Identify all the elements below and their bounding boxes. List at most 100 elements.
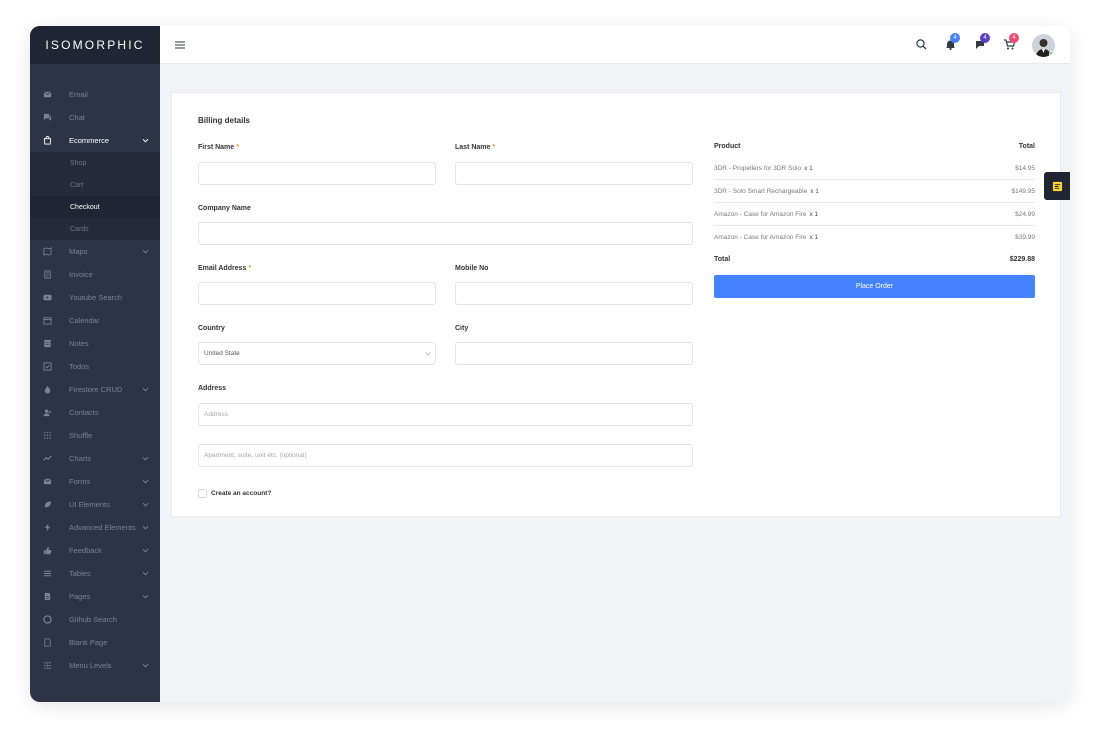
contacts-icon <box>41 407 53 419</box>
country-select[interactable]: United State <box>198 342 436 365</box>
sidebar-item-chat[interactable]: Chat <box>30 106 160 129</box>
ecommerce-submenu: Shop Cart Checkout Cards <box>30 152 160 240</box>
checkout-card: Billing details First Name * Last Name * C… <box>171 92 1061 517</box>
sidebar-item-ecommerce[interactable]: Ecommerce <box>30 129 160 152</box>
sidebar-item-forms[interactable]: Forms <box>30 470 160 493</box>
last-name-input[interactable] <box>455 162 693 185</box>
sidebar-item-advanced-elements[interactable]: Advanced Elements <box>30 516 160 539</box>
company-name-input[interactable] <box>198 222 693 245</box>
sidebar-item-menu-levels[interactable]: Menu Levels <box>30 654 160 677</box>
sidebar-item-notes[interactable]: Notes <box>30 332 160 355</box>
mail-icon <box>41 89 53 101</box>
order-total-row: Total $229.88 <box>714 249 1035 269</box>
email-input[interactable] <box>198 282 436 305</box>
create-account-label: Create an account? <box>211 490 272 497</box>
sidebar-item-label: Ecommerce <box>69 136 110 145</box>
user-avatar[interactable] <box>1032 34 1055 57</box>
notification-count-badge: 4 <box>950 33 960 43</box>
cart-button[interactable]: 4 <box>1003 33 1019 51</box>
sidebar-item-tables[interactable]: Tables <box>30 562 160 585</box>
chevron-down-icon <box>142 138 149 143</box>
order-item-qty: x 1 <box>809 234 819 241</box>
order-header: Product Total <box>714 143 1035 157</box>
submenu-item-checkout[interactable]: Checkout <box>30 196 160 218</box>
order-item-row: 3DR - Solo Smart Rechargeable x 1 $149.95 <box>714 180 1035 203</box>
chevron-down-icon <box>142 479 149 484</box>
required-mark: * <box>492 144 496 151</box>
sidebar-item-label: Todos <box>69 362 90 371</box>
youtube-icon <box>41 292 53 304</box>
levels-icon <box>41 660 53 672</box>
sidebar-menu: Email Chat Ecommerce Shop Cart Checkout Cards M… <box>30 64 160 677</box>
online-status-dot <box>1049 51 1055 57</box>
sidebar-item-pages[interactable]: Pages <box>30 585 160 608</box>
sidebar-item-shuffle[interactable]: Shuffle <box>30 424 160 447</box>
order-item-price: $39.99 <box>1015 234 1035 241</box>
required-mark: * <box>236 144 239 151</box>
chevron-down-icon <box>425 352 431 356</box>
sidebar-item-invoice[interactable]: Invoice <box>30 263 160 286</box>
order-item-price: $14.95 <box>1015 164 1035 172</box>
sidebar-item-label: Notes <box>69 339 89 348</box>
total-header: Total <box>1018 143 1035 150</box>
sidebar-item-label: Youtube Search <box>69 293 123 302</box>
order-summary: Product Total 3DR - Propellers for 3DR S… <box>714 143 1035 298</box>
chevron-down-icon <box>142 663 149 668</box>
sidebar-item-feedback[interactable]: Feedback <box>30 539 160 562</box>
notification-bell-button[interactable]: 4 <box>944 33 960 51</box>
sidebar-item-label: Advanced Elements <box>69 523 136 532</box>
sidebar-item-label: Feedback <box>69 546 102 555</box>
sidebar-item-ui-elements[interactable]: UI Elements <box>30 493 160 516</box>
palette-icon <box>1052 181 1062 191</box>
order-items: 3DR - Propellers for 3DR Solo x 1 $14.95 3D… <box>714 157 1035 249</box>
fire-icon <box>41 384 53 396</box>
country-label: Country <box>198 325 225 332</box>
last-name-label: Last Name * <box>455 144 496 151</box>
sidebar-item-label: UI Elements <box>69 500 110 509</box>
create-account-checkbox[interactable]: Create an account? <box>198 489 271 498</box>
blank-page-icon <box>41 637 53 649</box>
app-logo[interactable]: ISOMORPHIC <box>30 26 160 64</box>
search-icon[interactable] <box>915 38 928 51</box>
sidebar-item-todos[interactable]: Todos <box>30 355 160 378</box>
sidebar-item-label: Maps <box>69 247 88 256</box>
first-name-input[interactable] <box>198 162 436 185</box>
calendar-icon <box>41 315 53 327</box>
bolt-icon <box>41 522 53 534</box>
theme-switcher-button[interactable] <box>1044 172 1070 200</box>
submenu-item-cart[interactable]: Cart <box>30 174 160 196</box>
sidebar-item-label: Invoice <box>69 270 93 279</box>
sidebar-item-email[interactable]: Email <box>30 83 160 106</box>
hamburger-menu-icon[interactable] <box>175 40 185 50</box>
country-selected-value: United State <box>204 350 240 357</box>
pages-icon <box>41 591 53 603</box>
sidebar-item-contacts[interactable]: Contacts <box>30 401 160 424</box>
place-order-button[interactable]: Place Order <box>714 275 1035 298</box>
chevron-down-icon <box>142 502 149 507</box>
sidebar-item-label: Calendar <box>69 316 100 325</box>
city-input[interactable] <box>455 342 693 365</box>
city-label: City <box>455 325 469 332</box>
sidebar-item-blank-page[interactable]: Blank Page <box>30 631 160 654</box>
thumbs-up-icon <box>41 545 53 557</box>
sidebar-item-youtube-search[interactable]: Youtube Search <box>30 286 160 309</box>
invoice-icon <box>41 269 53 281</box>
sidebar-item-maps[interactable]: Maps <box>30 240 160 263</box>
address-input[interactable]: Address <box>198 403 693 426</box>
apartment-input[interactable]: Apartment, suite, unit etc. (optional) <box>198 444 693 467</box>
sidebar-item-firestore-crud[interactable]: Firestore CRUD <box>30 378 160 401</box>
sidebar-item-label: Menu Levels <box>69 661 112 670</box>
sidebar-item-calendar[interactable]: Calendar <box>30 309 160 332</box>
sidebar-item-label: Contacts <box>69 408 99 417</box>
sidebar-item-label: Charts <box>69 454 92 463</box>
checkbox-box[interactable] <box>198 489 207 498</box>
mobile-input[interactable] <box>455 282 693 305</box>
message-count-badge: 4 <box>980 33 990 43</box>
submenu-item-shop[interactable]: Shop <box>30 152 160 174</box>
messages-button[interactable]: 4 <box>974 33 990 51</box>
order-item-row: Amazon - Case for Amazon Fire x 1 $39.99 <box>714 226 1035 249</box>
submenu-item-cards[interactable]: Cards <box>30 218 160 240</box>
chart-icon <box>41 453 53 465</box>
sidebar-item-charts[interactable]: Charts <box>30 447 160 470</box>
sidebar-item-github-search[interactable]: Github Search <box>30 608 160 631</box>
